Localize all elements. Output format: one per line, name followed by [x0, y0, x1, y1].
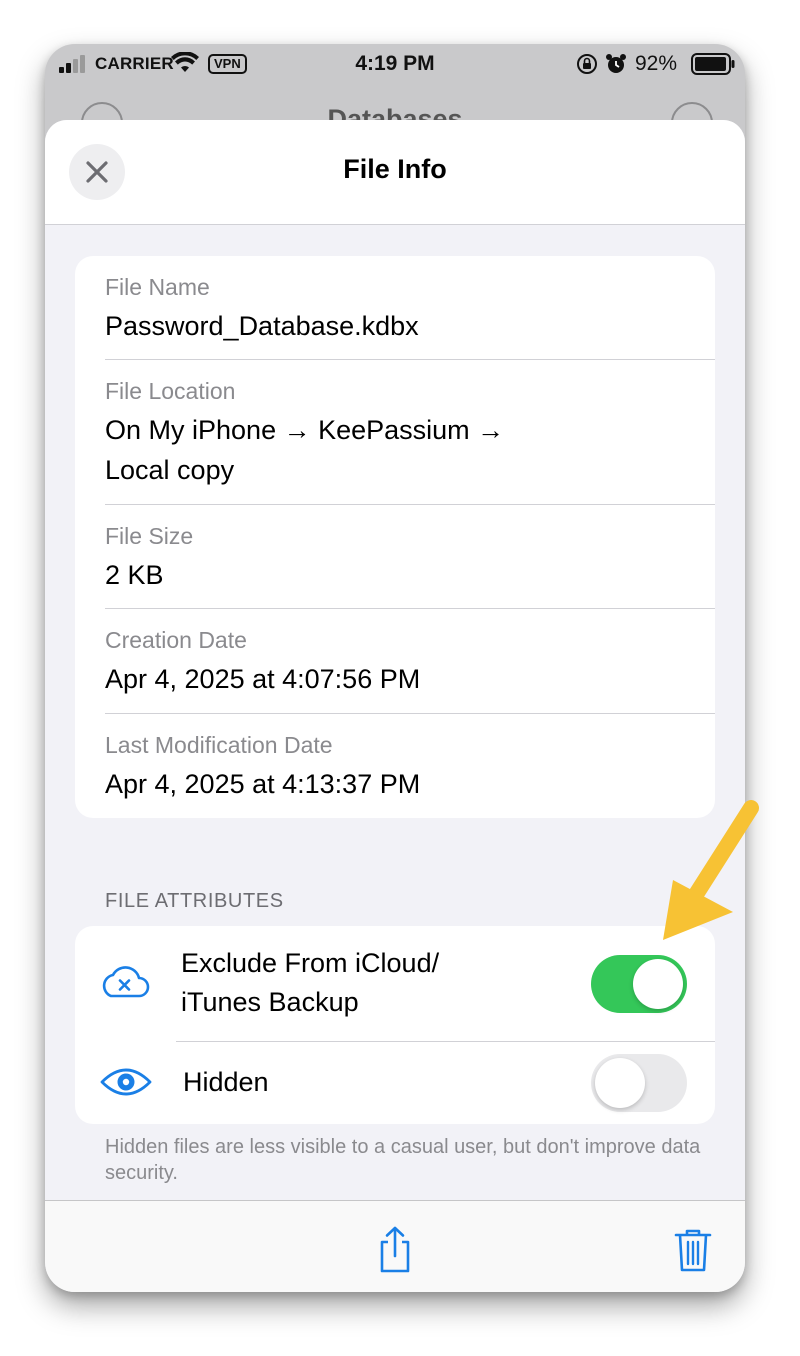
creation-date-value: Apr 4, 2025 at 4:07:56 PM	[105, 664, 421, 694]
file-name-label: File Name	[105, 274, 210, 300]
battery-icon	[691, 53, 735, 75]
eye-icon	[100, 1068, 152, 1096]
exclude-backup-row[interactable]: Exclude From iCloud/ iTunes Backup	[75, 926, 715, 1041]
sheet-title: File Info	[343, 154, 447, 184]
hidden-label: Hidden	[183, 1067, 269, 1097]
hidden-row[interactable]: Hidden	[75, 1042, 715, 1124]
exclude-backup-label-line1: Exclude From iCloud/	[181, 948, 440, 978]
sheet-header: File Info	[45, 120, 745, 225]
file-location-value-line2: Local copy	[105, 455, 235, 485]
phone-frame: CARRIER VPN 4:19 PM 92% Databases File I…	[45, 44, 745, 1292]
file-info-card: File Name Password_Database.kdbx File Lo…	[75, 256, 715, 818]
toggle-knob	[595, 1058, 645, 1108]
trash-icon[interactable]	[673, 1227, 713, 1273]
alarm-icon	[606, 54, 626, 73]
exclude-backup-toggle[interactable]	[591, 955, 687, 1013]
toggle-knob	[633, 959, 683, 1009]
exclude-backup-label-line2: iTunes Backup	[181, 987, 359, 1017]
cloud-x-icon	[102, 966, 150, 998]
battery-percent: 92%	[635, 52, 678, 75]
file-location-label: File Location	[105, 378, 236, 404]
status-bar: CARRIER VPN 4:19 PM 92%	[45, 44, 745, 94]
bottom-toolbar	[45, 1200, 745, 1292]
file-size-value: 2 KB	[105, 560, 164, 590]
file-location-row[interactable]: File Location On My iPhone → KeePassium …	[105, 360, 715, 505]
modification-date-label: Last Modification Date	[105, 732, 333, 758]
annotation-arrow-icon	[663, 800, 759, 940]
file-size-label: File Size	[105, 523, 194, 549]
creation-date-label: Creation Date	[105, 627, 247, 653]
file-name-value: Password_Database.kdbx	[105, 311, 419, 341]
hidden-files-note: Hidden files are less visible to a casua…	[105, 1136, 701, 1184]
file-name-row[interactable]: File Name Password_Database.kdbx	[105, 256, 715, 360]
hidden-toggle[interactable]	[591, 1054, 687, 1112]
file-info-sheet: File Info File Name Password_Database.kd…	[45, 120, 745, 1292]
modification-date-value: Apr 4, 2025 at 4:13:37 PM	[105, 769, 421, 799]
file-attributes-header: FILE ATTRIBUTES	[105, 890, 284, 912]
file-attributes-card: Exclude From iCloud/ iTunes Backup Hidde…	[75, 926, 715, 1124]
modification-date-row[interactable]: Last Modification Date Apr 4, 2025 at 4:…	[105, 714, 715, 818]
creation-date-row[interactable]: Creation Date Apr 4, 2025 at 4:07:56 PM	[105, 609, 715, 714]
file-location-value-line1: On My iPhone → KeePassium →	[105, 415, 505, 445]
file-size-row[interactable]: File Size 2 KB	[105, 505, 715, 609]
share-icon[interactable]	[375, 1225, 415, 1275]
orientation-lock-icon	[577, 54, 597, 74]
